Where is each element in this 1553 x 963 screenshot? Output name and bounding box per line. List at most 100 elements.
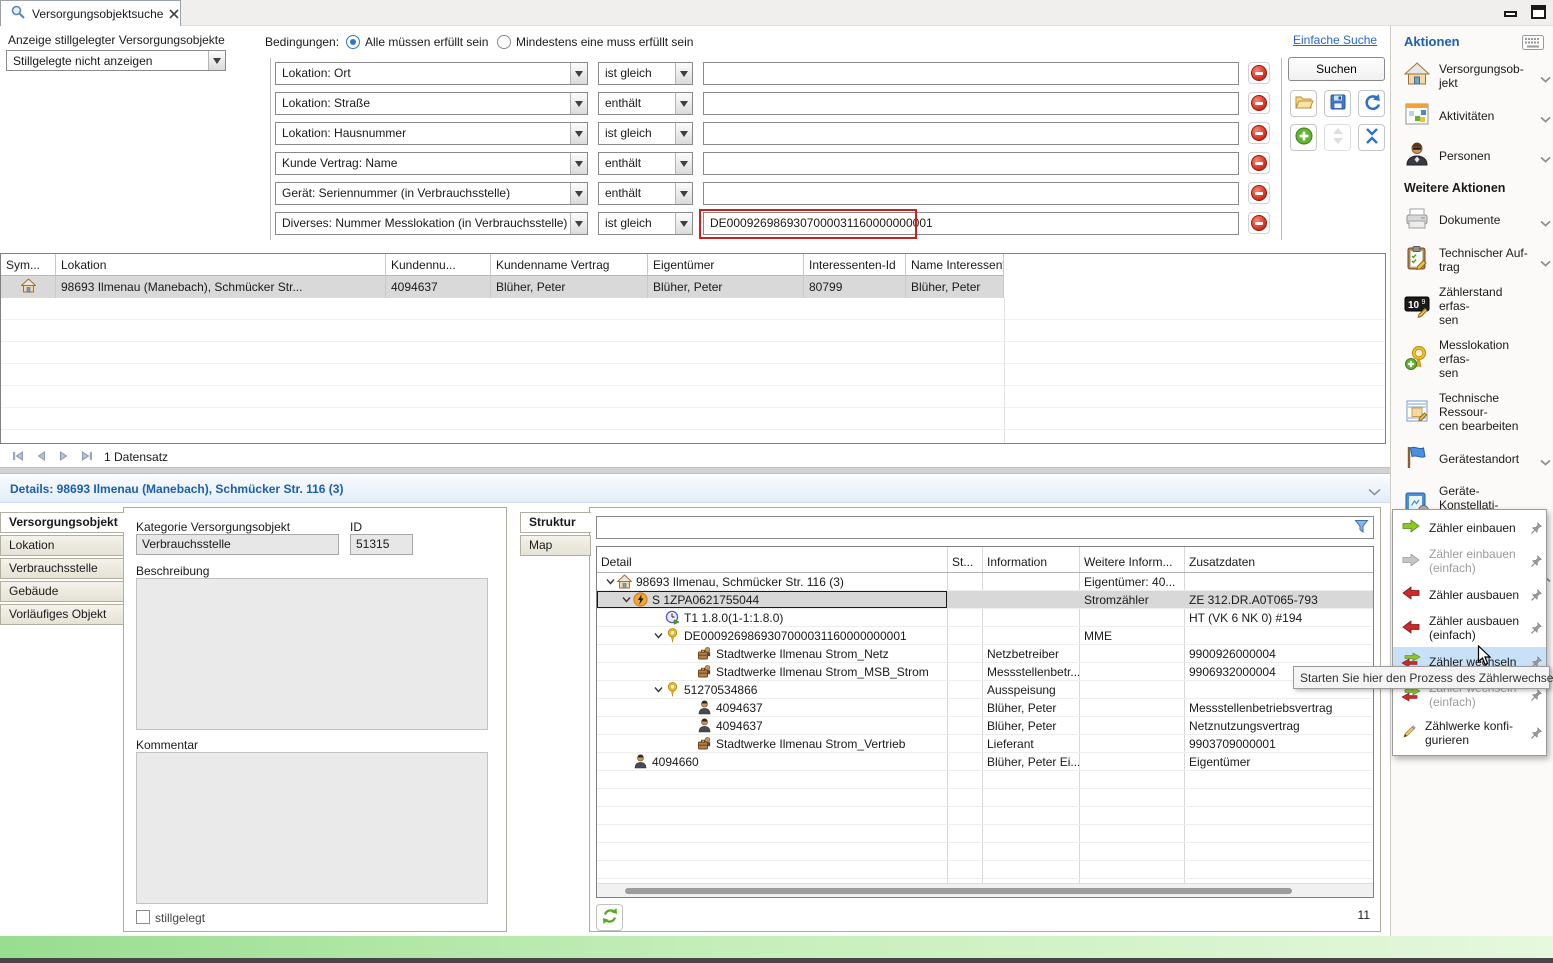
chevron-down-icon[interactable] — [675, 123, 692, 144]
collapse-conditions-button[interactable] — [1358, 124, 1385, 151]
horizontal-splitter[interactable] — [0, 467, 1390, 474]
tree-column-header-information[interactable]: Information — [983, 547, 1080, 572]
chevron-down-icon[interactable] — [570, 123, 587, 144]
condition-field-select[interactable]: Lokation: Ort — [275, 62, 588, 85]
action-personen[interactable]: Personen — [1404, 141, 1553, 170]
tree-column-header-weitere-inform[interactable]: Weitere Inform... — [1080, 547, 1185, 572]
condition-operator-select[interactable]: enthält — [598, 152, 693, 175]
condition-field-select[interactable]: Lokation: Hausnummer — [275, 122, 588, 145]
chevron-down-icon[interactable] — [1540, 455, 1551, 469]
table-row[interactable]: 98693 Ilmenau (Manebach), Schmücker Str.… — [1, 276, 1385, 298]
column-header-sym[interactable]: Sym... — [1, 254, 56, 276]
condition-value-input[interactable] — [703, 122, 1239, 145]
tree-row[interactable]: 51270534866Ausspeisung — [597, 681, 1373, 699]
chevron-down-icon[interactable] — [570, 183, 587, 204]
action-aktivitaeten[interactable]: Aktivitäten — [1404, 101, 1553, 130]
pushpin-icon[interactable] — [1530, 688, 1543, 705]
chevron-down-icon[interactable] — [1540, 152, 1551, 166]
condition-field-select[interactable]: Diverses: Nummer Messlokation (in Verbra… — [275, 212, 588, 235]
stillgelegt-checkbox[interactable] — [136, 910, 150, 924]
structure-filter-input[interactable] — [596, 516, 1374, 539]
first-record-button[interactable] — [8, 447, 28, 467]
chevron-down-icon[interactable] — [570, 63, 587, 84]
chevron-down-icon[interactable] — [1540, 112, 1551, 126]
chevron-down-icon[interactable] — [675, 183, 692, 204]
scrollbar-thumb[interactable] — [625, 888, 1292, 894]
chevron-down-icon[interactable] — [675, 93, 692, 114]
condition-operator-select[interactable]: ist gleich — [598, 62, 693, 85]
expander-icon[interactable] — [619, 595, 633, 604]
tree-column-header-detail[interactable]: Detail — [597, 547, 948, 572]
remove-condition-button[interactable] — [1248, 182, 1270, 204]
tree-row[interactable]: Stadtwerke Ilmenau Strom_NetzNetzbetreib… — [597, 645, 1373, 663]
add-condition-button[interactable] — [1290, 124, 1317, 151]
column-header-lokation[interactable]: Lokation — [56, 254, 386, 276]
details-tab-lokation[interactable]: Lokation — [0, 535, 124, 556]
remove-condition-button[interactable] — [1248, 152, 1270, 174]
condition-operator-select[interactable]: enthält — [598, 92, 693, 115]
tree-row[interactable]: 4094637Blüher, PeterMessstellenbetriebsv… — [597, 699, 1373, 717]
simple-search-link[interactable]: Einfache Suche — [1293, 33, 1377, 47]
maximize-button[interactable] — [1524, 2, 1552, 21]
beschreibung-textarea[interactable] — [136, 578, 488, 730]
tree-column-header-zusatzdaten[interactable]: Zusatzdaten — [1185, 547, 1374, 572]
action-technische-ressourcen-bearbeiten[interactable]: Technische Ressour-cen bearbeiten — [1404, 391, 1553, 433]
remove-condition-button[interactable] — [1248, 212, 1270, 234]
action-technischer-auftrag[interactable]: Technischer Auf-trag — [1404, 245, 1553, 274]
horizontal-scrollbar[interactable] — [597, 883, 1373, 897]
details-tab-vorlaeufiges-objekt[interactable]: Vorläufiges Objekt — [0, 604, 124, 625]
tree-row[interactable]: DE0009269869307000031160000000001MME — [597, 627, 1373, 645]
chevron-down-icon[interactable] — [675, 213, 692, 234]
action-zaehlerstand-erfassen[interactable]: 109Zählerstand erfas-sen — [1404, 285, 1553, 327]
condition-value-input[interactable] — [703, 182, 1239, 205]
pushpin-icon[interactable] — [1530, 588, 1543, 605]
action-dokumente[interactable]: Dokumente — [1404, 205, 1553, 234]
details-tab-gebaeude[interactable]: Gebäude — [0, 581, 124, 602]
structure-tab-struktur[interactable]: Struktur — [520, 512, 591, 533]
kommentar-textarea[interactable] — [136, 752, 488, 904]
stillgelegt-label[interactable]: stillgelegt — [155, 911, 205, 925]
menu-item-zaehler-einbauen-einfach[interactable]: Zähler einbauen(einfach) — [1393, 542, 1546, 580]
condition-field-select[interactable]: Lokation: Straße — [275, 92, 588, 115]
chevron-down-icon[interactable] — [570, 93, 587, 114]
tree-row[interactable]: Stadtwerke Ilmenau Strom_VertriebLiefera… — [597, 735, 1373, 753]
condition-field-select[interactable]: Gerät: Seriennummer (in Verbrauchsstelle… — [275, 182, 588, 205]
column-header-kundennu[interactable]: Kundennu... — [386, 254, 491, 276]
details-tab-versorgungsobjekt[interactable]: Versorgungsobjekt — [0, 512, 124, 533]
menu-item-zaehler-einbauen[interactable]: Zähler einbauen — [1393, 513, 1546, 542]
tree-row[interactable]: Stadtwerke Ilmenau Strom_MSB_StromMessst… — [597, 663, 1373, 681]
expander-icon[interactable] — [651, 685, 665, 694]
remove-condition-button[interactable] — [1248, 62, 1270, 84]
chevron-down-icon[interactable] — [1540, 72, 1551, 86]
action-geraetestandort[interactable]: Gerätestandort — [1404, 444, 1553, 473]
tree-row[interactable]: 98693 Ilmenau, Schmücker Str. 116 (3)Eig… — [597, 573, 1373, 591]
column-header-name-interessent[interactable]: Name Interessent — [906, 254, 1004, 276]
chevron-down-icon[interactable] — [570, 213, 587, 234]
details-tab-verbrauchsstelle[interactable]: Verbrauchsstelle — [0, 558, 124, 579]
radio-any-condition[interactable] — [497, 35, 511, 49]
condition-value-input[interactable] — [703, 92, 1239, 115]
action-versorgungsobjekt[interactable]: Versorgungsob-jekt — [1404, 61, 1553, 90]
radio-any-label[interactable]: Mindestens eine muss erfüllt sein — [516, 35, 693, 49]
tree-row[interactable]: S 1ZPA0621755044StromzählerZE 312.DR.A0T… — [597, 591, 1373, 609]
remove-condition-button[interactable] — [1248, 122, 1270, 144]
last-record-button[interactable] — [77, 447, 97, 467]
condition-value-input[interactable]: DE0009269869307000031160000000001 — [703, 212, 1239, 235]
next-record-button[interactable] — [54, 447, 74, 467]
chevron-down-icon[interactable] — [675, 153, 692, 174]
remove-condition-button[interactable] — [1248, 92, 1270, 114]
previous-record-button[interactable] — [31, 447, 51, 467]
pushpin-icon[interactable] — [1530, 726, 1543, 743]
keyboard-icon[interactable] — [1522, 35, 1544, 53]
chevron-down-icon[interactable] — [1540, 216, 1551, 230]
menu-item-zaehler-ausbauen-einfach[interactable]: Zähler ausbauen(einfach) — [1393, 609, 1546, 647]
refresh-button[interactable] — [596, 904, 623, 931]
tree-row[interactable]: 4094637Blüher, PeterNetznutzungsvertrag — [597, 717, 1373, 735]
column-header-eigentuemer[interactable]: Eigentümer — [648, 254, 804, 276]
condition-operator-select[interactable]: enthält — [598, 182, 693, 205]
collapse-details-icon[interactable] — [1368, 485, 1381, 499]
tree-column-header-st[interactable]: St... — [948, 547, 983, 572]
save-search-button[interactable] — [1324, 90, 1351, 117]
filter-funnel-icon[interactable] — [1354, 519, 1369, 537]
tab-close-icon[interactable] — [169, 9, 179, 19]
